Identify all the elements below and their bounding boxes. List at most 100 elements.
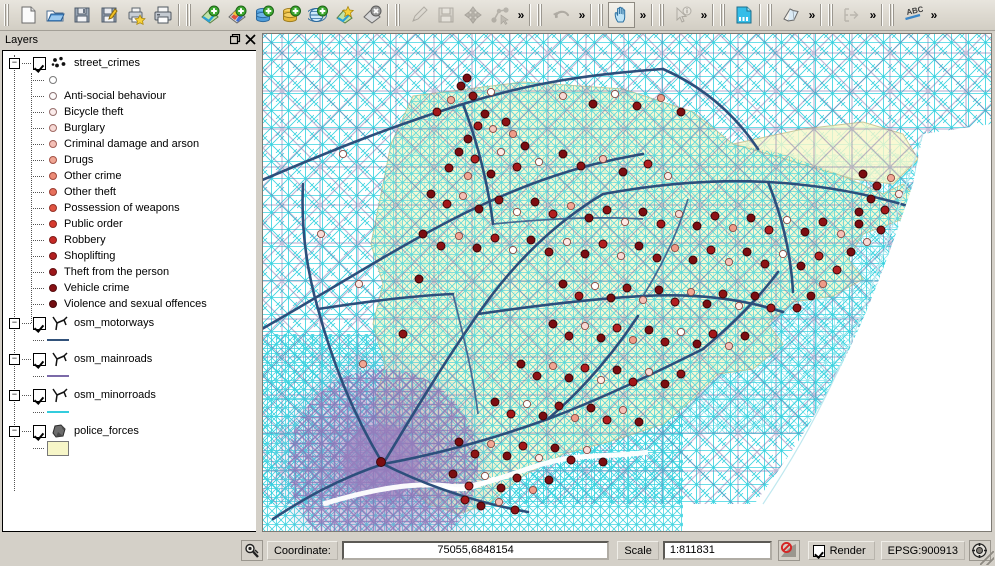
render-toggle[interactable]: Render [807,541,875,560]
identify-features-button[interactable] [669,2,696,28]
legend-symbol [49,252,57,260]
legend-item-osm-motorways[interactable] [3,332,256,348]
legend-item[interactable]: Public order [3,216,256,232]
legend-item[interactable]: Criminal damage and arson [3,136,256,152]
open-attribute-table-button[interactable] [730,2,757,28]
coordinate-field[interactable]: 75055,6848154 [341,541,610,560]
layers-tree-scroll[interactable]: − street_crimes Anti-social behaviour Bi… [2,50,256,532]
layer-name-osm-minorroads: osm_minorroads [74,389,156,401]
layer-visibility-checkbox-osm-minorroads[interactable] [33,388,46,402]
legend-item[interactable]: Drugs [3,152,256,168]
toolbar-grip-label[interactable] [888,4,896,26]
digitizing-toolbar-overflow[interactable]: » [513,3,527,27]
layer-visibility-checkbox-osm-mainroads[interactable] [33,352,46,366]
layer-labeling-button[interactable]: ABC [899,2,926,28]
layer-row-osm-minorroads[interactable]: − osm_minorroads [3,386,256,404]
legend-item[interactable] [3,72,256,88]
toolbar-grip-plugins[interactable] [766,4,774,26]
open-project-button[interactable] [41,2,68,28]
new-print-composer-button[interactable] [122,2,149,28]
expander-osm-motorways[interactable]: − [9,317,20,329]
layer-visibility-checkbox-police-forces[interactable] [33,424,46,438]
layer-visibility-checkbox-street-crimes[interactable] [33,56,46,70]
expander-osm-minorroads[interactable]: − [9,389,20,401]
legend-item[interactable]: Vehicle crime [3,280,256,296]
pan-map-button[interactable] [608,2,635,28]
legend-item-osm-minorroads[interactable] [3,404,256,420]
stop-render-icon[interactable] [777,540,800,561]
legend-item[interactable]: Possession of weapons [3,200,256,216]
toolbar-grip-attributes[interactable] [658,4,666,26]
render-label: Render [829,544,866,557]
legend-item-police-forces[interactable] [3,440,256,456]
close-panel-icon[interactable] [243,33,257,46]
label-toolbar-overflow[interactable]: » [926,3,940,27]
toolbar-grip-vector[interactable] [827,4,835,26]
node-tool-button[interactable] [486,2,513,28]
legend-item[interactable]: Burglary [3,120,256,136]
toolbar-grip-table[interactable] [719,4,727,26]
print-button[interactable] [149,2,176,28]
plugin-manager-button[interactable] [777,2,804,28]
navigation-toolbar-overflow[interactable]: » [635,3,649,27]
legend-item[interactable]: Other theft [3,184,256,200]
tree-connector [33,111,44,113]
map-canvas[interactable] [262,33,992,532]
new-project-button[interactable] [14,2,41,28]
render-checkbox[interactable] [812,544,825,557]
toggle-editing-button[interactable] [405,2,432,28]
toolbar-grip-navigation[interactable] [597,4,605,26]
layer-row-street-crimes[interactable]: − street_crimes [3,54,256,72]
toolbar-grip-file[interactable] [3,4,11,26]
save-project-as-button[interactable] [95,2,122,28]
attributes-toolbar-overflow[interactable]: » [696,3,710,27]
toolbar-grip-undo[interactable] [536,4,544,26]
undo-toolbar-overflow[interactable]: » [574,3,588,27]
render-lock-group: Coordinate: [240,540,338,561]
expander-osm-mainroads[interactable]: − [9,353,20,365]
legend-symbol [49,268,57,276]
layers-tree: − street_crimes Anti-social behaviour Bi… [3,51,256,491]
layer-row-police-forces[interactable]: − police_forces [3,422,256,440]
toolbar-grip-digitizing[interactable] [394,4,402,26]
legend-item[interactable]: Violence and sexual offences [3,296,256,312]
tree-connector [33,239,44,241]
toolbar-grip-layers[interactable] [185,4,193,26]
new-vector-layer-button[interactable] [331,2,358,28]
add-postgis-layer-button[interactable] [250,2,277,28]
add-raster-layer-button[interactable] [223,2,250,28]
render-lock-icon[interactable] [240,540,263,561]
add-wms-layer-button[interactable] [304,2,331,28]
layer-row-osm-motorways[interactable]: − osm_motorways [3,314,256,332]
legend-item[interactable]: Anti-social behaviour [3,88,256,104]
legend-item[interactable]: Other crime [3,168,256,184]
scale-field[interactable]: 1:811831 [662,541,772,560]
vector-toolbar-overflow[interactable]: » [865,3,879,27]
add-spatialite-layer-button[interactable] [277,2,304,28]
plugins-toolbar-overflow[interactable]: » [804,3,818,27]
window-resize-grip[interactable] [980,551,994,565]
line-layer-icon [50,387,70,403]
add-vector-layer-button[interactable] [196,2,223,28]
tree-connector [33,159,44,161]
layer-visibility-checkbox-osm-motorways[interactable] [33,316,46,330]
layer-row-osm-mainroads[interactable]: − osm_mainroads [3,350,256,368]
vector-tools-button[interactable] [838,2,865,28]
legend-item[interactable]: Shoplifting [3,248,256,264]
legend-item[interactable]: Robbery [3,232,256,248]
expander-street-crimes[interactable]: − [9,57,20,69]
save-edits-button[interactable] [432,2,459,28]
toolbar-separator-5 [651,4,653,26]
legend-item[interactable]: Theft from the person [3,264,256,280]
undo-button[interactable] [547,2,574,28]
coordinate-value: 75055,6848154 [437,544,514,556]
legend-item-osm-mainroads[interactable] [3,368,256,384]
legend-symbol [49,300,57,308]
expander-police-forces[interactable]: − [9,425,20,437]
legend-symbol [47,375,69,377]
move-feature-button[interactable] [459,2,486,28]
remove-layer-button[interactable] [358,2,385,28]
float-panel-icon[interactable] [228,33,242,46]
legend-item[interactable]: Bicycle theft [3,104,256,120]
save-project-button[interactable] [68,2,95,28]
